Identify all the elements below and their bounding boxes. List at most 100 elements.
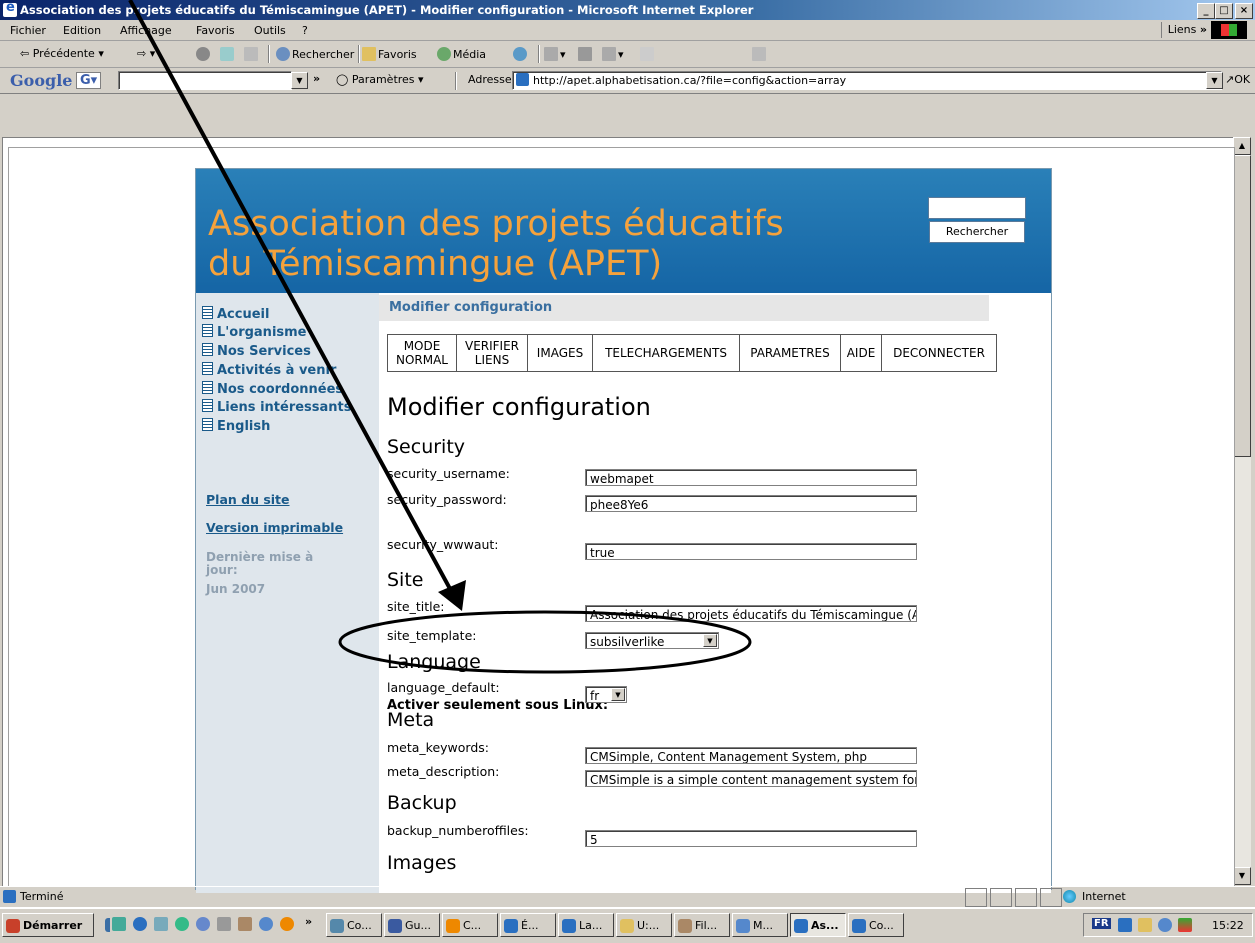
taskbar-button-active[interactable]: As... [790, 913, 846, 937]
quicklaunch-ie-icon[interactable] [133, 917, 147, 931]
edit-button[interactable]: ▾ [602, 47, 624, 61]
tab-aide[interactable]: AIDE [841, 335, 882, 371]
sitemap-link[interactable]: Plan du site [206, 492, 290, 507]
vertical-scrollbar[interactable]: ▲ ▼ [1233, 137, 1251, 885]
quicklaunch-icon[interactable] [196, 917, 210, 931]
forward-button[interactable]: ⇨ ▾ [137, 47, 155, 60]
ie-icon [3, 0, 17, 17]
quicklaunch-mail-icon[interactable] [217, 917, 231, 931]
chevron-down-icon[interactable]: ▼ [611, 688, 625, 701]
quicklaunch-icon[interactable] [238, 917, 252, 931]
google-params-button[interactable]: ◯ Paramètres ▾ [336, 73, 424, 86]
mail-button[interactable]: ▾ [544, 47, 566, 61]
google-dropdown-button[interactable]: ▼ [291, 72, 308, 89]
security-wwwaut-input[interactable]: true [585, 543, 917, 560]
printable-link[interactable]: Version imprimable [206, 520, 343, 535]
minimize-button[interactable]: _ [1197, 3, 1215, 19]
google-chevron[interactable]: » [313, 72, 320, 85]
window-titlebar[interactable]: Association des projets éducatifs du Tém… [0, 0, 1255, 20]
quicklaunch-chevron[interactable]: » [305, 915, 312, 928]
tab-verifier-liens[interactable]: VERIFIER LIENS [457, 335, 528, 371]
favorites-button[interactable]: Favoris [362, 47, 417, 61]
menu-help[interactable]: ? [302, 24, 308, 37]
site-search-button[interactable]: Rechercher [929, 221, 1025, 243]
tray-icon[interactable] [1178, 918, 1192, 932]
discuss-button[interactable] [640, 47, 656, 61]
stop-icon [196, 47, 210, 61]
messenger-button[interactable] [752, 47, 768, 61]
quicklaunch-icon[interactable] [280, 917, 294, 931]
tab-mode-normal[interactable]: MODE NORMAL [388, 335, 457, 371]
quicklaunch-icon[interactable] [259, 917, 273, 931]
menu-edition[interactable]: Edition [63, 24, 101, 37]
taskbar-button[interactable]: Co... [848, 913, 904, 937]
google-search-input[interactable] [118, 71, 292, 90]
address-input[interactable]: http://apet.alphabetisation.ca/?file=con… [512, 71, 1222, 90]
scroll-up-icon[interactable]: ▲ [1233, 137, 1251, 155]
scroll-thumb[interactable] [1233, 155, 1251, 457]
taskbar-button[interactable]: U:... [616, 913, 672, 937]
address-dropdown-button[interactable]: ▼ [1206, 72, 1223, 89]
quicklaunch-icon[interactable] [154, 917, 168, 931]
security-username-input[interactable]: webmapet [585, 469, 917, 486]
tab-telechargements[interactable]: TELECHARGEMENTS [593, 335, 740, 371]
taskbar-button[interactable]: La... [558, 913, 614, 937]
taskbar-button[interactable]: M... [732, 913, 788, 937]
quicklaunch-icon[interactable] [112, 917, 126, 931]
tab-images[interactable]: IMAGES [528, 335, 593, 371]
backup-numberoffiles-input[interactable]: 5 [585, 830, 917, 847]
go-button[interactable]: ↗OK [1225, 73, 1250, 86]
search-button[interactable]: Rechercher [276, 47, 354, 61]
site-search-input[interactable] [928, 197, 1026, 219]
nav-liens[interactable]: Liens intéressants [202, 399, 352, 415]
menu-affichage[interactable]: Affichage [120, 24, 172, 37]
start-button[interactable]: Démarrer [2, 913, 94, 937]
links-label: Liens [1167, 23, 1197, 36]
edit-icon [602, 47, 616, 61]
security-password-input[interactable]: phee8Ye6 [585, 495, 917, 512]
nav-english[interactable]: English [202, 418, 270, 434]
media-button[interactable]: Média [437, 47, 486, 61]
standard-toolbar: ⇦ Précédente ▾ ⇨ ▾ Rechercher Favoris Mé… [0, 41, 1255, 68]
menu-outils[interactable]: Outils [254, 24, 286, 37]
nav-accueil[interactable]: Accueil [202, 306, 269, 322]
meta-description-input[interactable]: CMSimple is a simple content management … [585, 770, 917, 787]
scroll-down-icon[interactable]: ▼ [1233, 867, 1251, 885]
tray-icon[interactable] [1158, 918, 1172, 932]
chevron-down-icon[interactable]: ▼ [703, 634, 717, 647]
tab-deconnecter[interactable]: DECONNECTER [882, 335, 996, 371]
language-indicator[interactable]: FR [1092, 918, 1111, 929]
meta-keywords-input[interactable]: CMSimple, Content Management System, php [585, 747, 917, 764]
taskbar-button[interactable]: Gu... [384, 913, 440, 937]
quicklaunch-icon[interactable] [175, 917, 189, 931]
stop-button[interactable] [196, 47, 212, 61]
language-default-select[interactable]: fr ▼ [585, 686, 627, 703]
maximize-button[interactable]: □ [1215, 3, 1233, 19]
taskbar-button[interactable]: É... [500, 913, 556, 937]
site-template-select[interactable]: subsilverlike ▼ [585, 632, 719, 649]
menu-fichier[interactable]: Fichier [10, 24, 46, 37]
section-images: Images [387, 852, 457, 874]
nav-activites[interactable]: Activités à venir [202, 362, 336, 378]
taskbar-button[interactable]: Co... [326, 913, 382, 937]
links-toolbar[interactable]: Liens » [1160, 22, 1207, 38]
address-url: http://apet.alphabetisation.ca/?file=con… [533, 74, 847, 87]
home-button[interactable] [244, 47, 260, 61]
site-title-input[interactable]: Association des projets éducatifs du Tém… [585, 605, 917, 622]
forward-arrow-icon: ⇨ [137, 47, 147, 60]
history-button[interactable] [513, 47, 529, 61]
back-button[interactable]: ⇦ Précédente ▾ [20, 47, 104, 60]
nav-coordonnees[interactable]: Nos coordonnées [202, 381, 343, 397]
nav-services[interactable]: Nos Services [202, 343, 311, 359]
nav-organisme[interactable]: L'organisme [202, 324, 307, 340]
taskbar-button[interactable]: Fil... [674, 913, 730, 937]
close-button[interactable]: × [1235, 3, 1253, 19]
tray-network-icon[interactable] [1118, 918, 1132, 932]
tab-parametres[interactable]: PARAMETRES [740, 335, 841, 371]
tray-icon[interactable] [1138, 918, 1152, 932]
print-button[interactable] [578, 47, 594, 61]
google-g-button[interactable]: G▾ [76, 72, 102, 89]
menu-favoris[interactable]: Favoris [196, 24, 235, 37]
refresh-button[interactable] [220, 47, 236, 61]
taskbar-button[interactable]: C... [442, 913, 498, 937]
